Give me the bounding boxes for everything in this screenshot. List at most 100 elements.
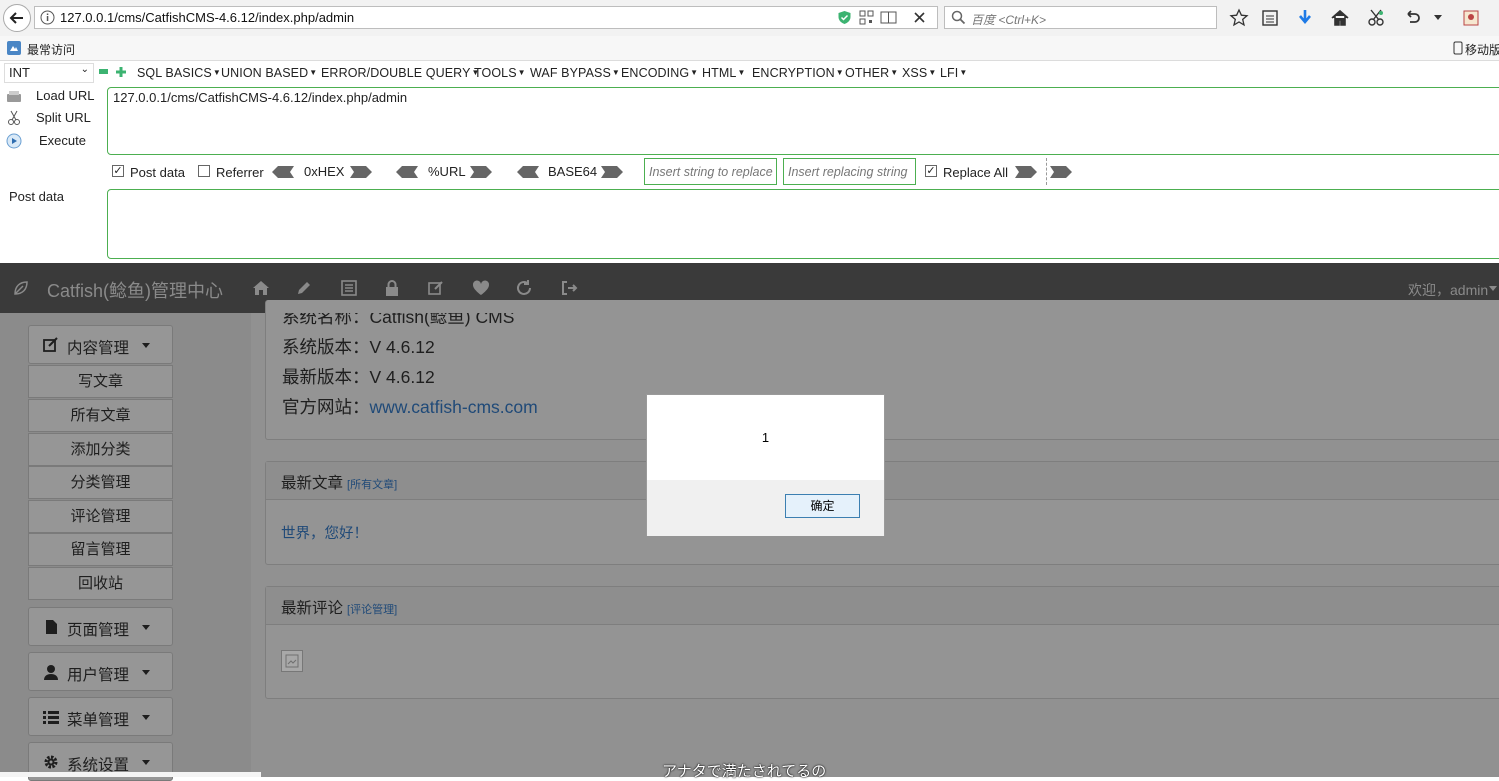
official-site-link[interactable]: www.catfish-cms.com: [370, 397, 538, 417]
article-link[interactable]: 世界，您好！: [281, 522, 368, 543]
play-icon: [6, 133, 22, 149]
minus-icon[interactable]: [99, 69, 108, 74]
type-select[interactable]: INT ⌄: [4, 63, 94, 83]
caret-down-icon: [142, 715, 150, 720]
type-select-value: INT: [9, 65, 30, 80]
shield-icon[interactable]: [837, 10, 852, 25]
url-encode-arrow-icon[interactable]: [470, 166, 492, 178]
sidebar-page-management[interactable]: 页面管理: [28, 607, 173, 646]
menu-tools[interactable]: TOOLS▼: [474, 66, 526, 80]
search-placeholder: 百度 <Ctrl+K>: [971, 13, 1047, 27]
address-text: 127.0.0.1/cms/CatfishCMS-4.6.12/index.ph…: [60, 10, 355, 25]
scissors-icon: [8, 110, 20, 125]
search-bar[interactable]: 百度 <Ctrl+K>: [944, 6, 1217, 29]
url-textarea[interactable]: 127.0.0.1/cms/CatfishCMS-4.6.12/index.ph…: [107, 87, 1499, 155]
edit-icon[interactable]: [427, 279, 445, 297]
address-bar[interactable]: 127.0.0.1/cms/CatfishCMS-4.6.12/index.ph…: [34, 6, 938, 29]
post-data-checkbox-label: Post data: [130, 165, 185, 180]
menu-xss[interactable]: XSS▼: [902, 66, 936, 80]
welcome-user[interactable]: 欢迎，admin: [1408, 280, 1488, 300]
user-icon: [44, 665, 58, 680]
sidebar-item-all-articles[interactable]: 所有文章: [28, 399, 173, 432]
list-alt-icon[interactable]: [340, 279, 358, 297]
menu-waf-bypass[interactable]: WAF BYPASS▼: [530, 66, 620, 80]
menu-union-based[interactable]: UNION BASED▼: [221, 66, 317, 80]
bookmark-mobile[interactable]: 移动版: [1465, 41, 1499, 58]
home-icon[interactable]: [1330, 8, 1350, 28]
latest-version: 最新版本：V 4.6.12: [282, 367, 435, 387]
mobile-icon: [1453, 41, 1463, 55]
replace-all-label: Replace All: [943, 165, 1009, 180]
list-icon: [43, 711, 59, 724]
info-icon[interactable]: [40, 10, 55, 25]
dropdown-arrow-icon[interactable]: [1433, 14, 1443, 22]
cms-brand[interactable]: Catfish(鲶鱼)管理中心: [47, 277, 223, 303]
download-icon[interactable]: [1295, 8, 1315, 28]
profile-icon[interactable]: [1461, 8, 1481, 28]
base64-encode-arrow-icon[interactable]: [601, 166, 623, 178]
sidebar-item-add-category[interactable]: 添加分类: [28, 433, 173, 466]
post-data-checkbox[interactable]: ✓: [112, 165, 124, 177]
screenshot-tool-icon[interactable]: [1366, 8, 1386, 28]
replace-arrow-2-icon[interactable]: [1050, 166, 1072, 178]
comment-management-link[interactable]: [评论管理]: [347, 604, 397, 616]
menu-encoding[interactable]: ENCODING▼: [621, 66, 698, 80]
base64-decode-arrow-icon[interactable]: [517, 166, 539, 178]
menu-lfi[interactable]: LFI▼: [940, 66, 967, 80]
url-decode-arrow-icon[interactable]: [396, 166, 418, 178]
sidebar-item-message-management[interactable]: 留言管理: [28, 533, 173, 566]
sidebar-item-recycle-bin[interactable]: 回收站: [28, 567, 173, 600]
pencil-icon[interactable]: [295, 279, 313, 297]
load-url-icon: [7, 91, 21, 102]
refresh-icon[interactable]: [515, 279, 533, 297]
hex-encode-arrow-icon[interactable]: [350, 166, 372, 178]
edit-icon: [43, 337, 58, 352]
post-data-textarea[interactable]: [107, 189, 1499, 259]
replace-all-checkbox[interactable]: ✓: [925, 165, 937, 177]
bookmarks-list-icon[interactable]: [1260, 8, 1280, 28]
user-caret-icon: [1489, 286, 1497, 291]
gear-icon: [44, 755, 58, 769]
alert-ok-button[interactable]: 确定: [785, 494, 860, 518]
star-icon[interactable]: [1229, 8, 1249, 28]
base64-label: BASE64: [548, 164, 598, 179]
bookmark-most-visited[interactable]: 最常访问: [27, 41, 75, 58]
plus-icon[interactable]: [116, 67, 126, 77]
logout-icon[interactable]: [560, 279, 578, 297]
home-icon[interactable]: [252, 279, 270, 297]
leaf-icon: [14, 281, 28, 295]
hex-decode-arrow-icon[interactable]: [272, 166, 294, 178]
reader-view-icon[interactable]: [880, 10, 897, 25]
latest-comments-title: 最新评论: [281, 600, 344, 617]
heart-icon[interactable]: [472, 279, 490, 297]
all-articles-link[interactable]: [所有文章]: [347, 479, 397, 491]
referrer-checkbox[interactable]: [198, 165, 210, 177]
divider: [1046, 158, 1047, 185]
sidebar-user-management[interactable]: 用户管理: [28, 652, 173, 691]
stop-icon[interactable]: [913, 11, 926, 24]
alert-message: 1: [761, 430, 770, 445]
back-button[interactable]: [3, 4, 31, 32]
caret-down-icon: [142, 670, 150, 675]
replace-from-input[interactable]: Insert string to replace: [644, 158, 777, 185]
sidebar-item-write-article[interactable]: 写文章: [28, 365, 173, 398]
menu-other[interactable]: OTHER▼: [845, 66, 898, 80]
sidebar-menu-management[interactable]: 菜单管理: [28, 697, 173, 736]
replace-to-input[interactable]: Insert replacing string: [783, 158, 916, 185]
menu-sql-basics[interactable]: SQL BASICS▼: [137, 66, 221, 80]
menu-error-double-query[interactable]: ERROR/DOUBLE QUERY▼: [321, 66, 480, 80]
lock-icon[interactable]: [383, 279, 401, 297]
sidebar-item-category-management[interactable]: 分类管理: [28, 466, 173, 499]
caret-down-icon: [142, 625, 150, 630]
broken-image-icon: [285, 654, 299, 668]
qr-code-icon[interactable]: [859, 10, 874, 25]
avatar[interactable]: [281, 650, 303, 672]
menu-html[interactable]: HTML▼: [702, 66, 745, 80]
sidebar-content-management[interactable]: 内容管理: [28, 325, 173, 364]
sidebar-item-comment-management[interactable]: 评论管理: [28, 500, 173, 533]
menu-encryption[interactable]: ENCRYPTION▼: [752, 66, 844, 80]
official-site: 官方网站：www.catfish-cms.com: [282, 397, 538, 417]
undo-icon[interactable]: [1402, 8, 1422, 28]
search-icon: [951, 10, 966, 25]
replace-arrow-icon[interactable]: [1015, 166, 1037, 178]
